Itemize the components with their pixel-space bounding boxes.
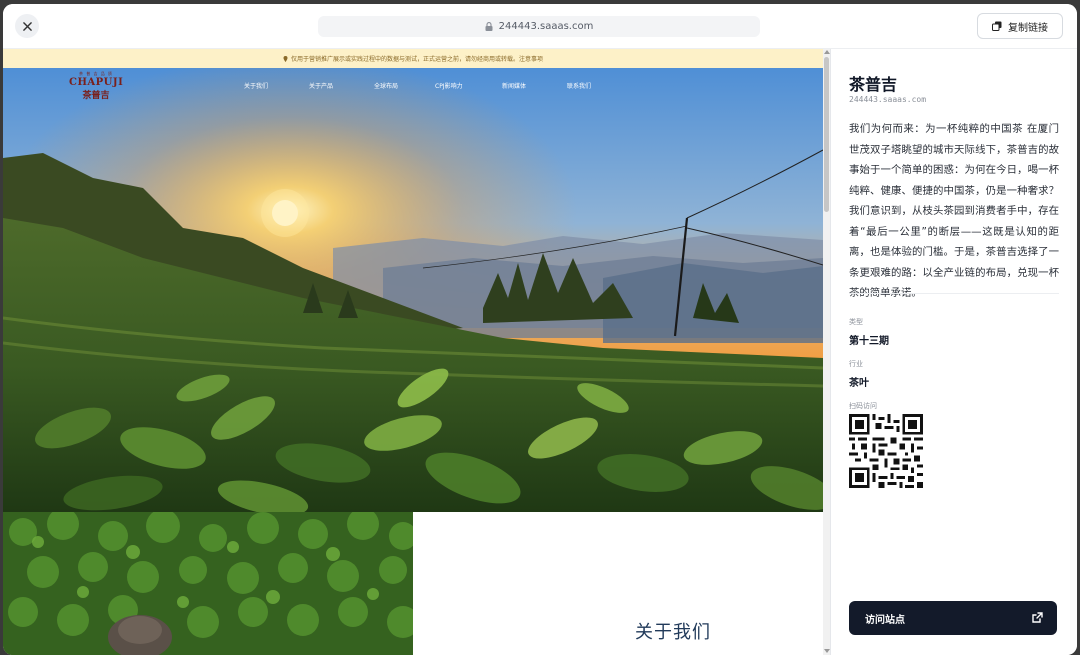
site-nav-products[interactable]: 关于产品 xyxy=(309,81,333,90)
site-navbar: 茶 普 吉 品 质 CHAPUJI 茶普吉 关于我们 关于产品 全球布局 CPJ… xyxy=(3,68,823,101)
period-label: 类型 xyxy=(849,318,863,326)
site-title: 茶普吉 xyxy=(849,75,898,94)
industry-label: 行业 xyxy=(849,360,863,368)
visit-site-label: 访问站点 xyxy=(865,614,905,626)
site-nav-contact[interactable]: 联系我们 xyxy=(567,81,591,90)
close-icon xyxy=(22,21,32,31)
visit-site-button[interactable]: 访问站点 xyxy=(849,601,1057,635)
site-logo[interactable]: 茶 普 吉 品 质 CHAPUJI 茶普吉 xyxy=(69,71,123,101)
tea-bush-image xyxy=(3,512,413,655)
url-bar: 244443.saaas.com xyxy=(318,16,760,37)
lock-icon xyxy=(485,22,493,31)
external-link-icon xyxy=(1032,612,1043,623)
about-section-title: 关于我们 xyxy=(635,622,711,643)
site-notice-text: 仅用于营销推广展示或实践过程中的数据与测试，正式运营之前，请勿经商用或转载。注意… xyxy=(290,56,543,63)
qr-label: 扫码访问 xyxy=(849,402,877,410)
copy-icon xyxy=(992,21,1002,31)
logo-english: CHAPUJI xyxy=(69,77,124,88)
site-info-sidebar: 茶普吉 244443.saaas.com 我们为何而来：为一杯纯粹的中国茶 在厦… xyxy=(831,49,1077,655)
site-nav-global[interactable]: 全球布局 xyxy=(374,81,398,90)
site-domain: 244443.saaas.com xyxy=(849,95,927,104)
hero-image xyxy=(3,68,823,512)
modal-topbar: 244443.saaas.com 复制链接 xyxy=(3,4,1077,49)
close-button[interactable] xyxy=(15,14,39,38)
site-nav-influence[interactable]: CPJ影响力 xyxy=(435,81,463,90)
qr-code-icon xyxy=(849,414,923,488)
site-preview-modal: 244443.saaas.com 复制链接 仅用于营销推广展示或实践过程中的数据… xyxy=(3,4,1077,655)
about-section: 关于我们 xyxy=(413,512,823,655)
period-value: 第十三期 xyxy=(849,336,889,347)
website-preview-frame[interactable]: 仅用于营销推广展示或实践过程中的数据与测试，正式运营之前，请勿经商用或转载。注意… xyxy=(3,49,823,655)
site-nav-about[interactable]: 关于我们 xyxy=(244,81,268,90)
site-notice-bar: 仅用于营销推广展示或实践过程中的数据与测试，正式运营之前，请勿经商用或转载。注意… xyxy=(3,49,823,68)
scroll-down-icon[interactable] xyxy=(824,649,830,653)
copy-link-button[interactable]: 复制链接 xyxy=(977,13,1063,39)
scrollbar-thumb[interactable] xyxy=(824,57,829,212)
url-text: 244443.saaas.com xyxy=(498,21,594,32)
industry-value: 茶叶 xyxy=(849,378,869,389)
preview-scrollbar[interactable] xyxy=(823,49,831,655)
location-pin-icon xyxy=(283,55,288,62)
sidebar-divider xyxy=(849,293,1059,294)
site-nav-news[interactable]: 新闻媒体 xyxy=(502,81,526,90)
site-description: 我们为何而来：为一杯纯粹的中国茶 在厦门世茂双子塔眺望的城市天际线下，茶普吉的故… xyxy=(849,123,1059,299)
scroll-up-icon[interactable] xyxy=(824,50,830,54)
logo-chinese: 茶普吉 xyxy=(82,91,110,101)
copy-link-label: 复制链接 xyxy=(1008,22,1048,34)
